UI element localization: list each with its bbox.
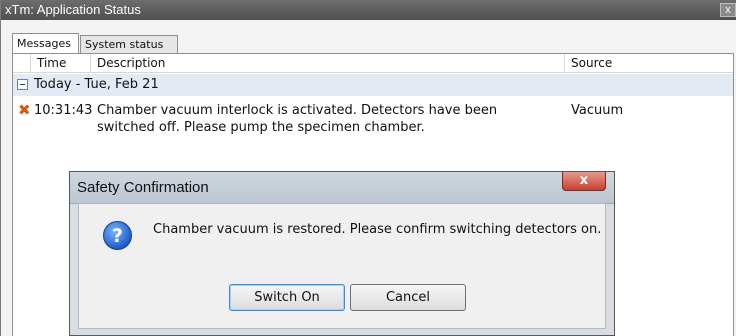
row-description-line1: Chamber vacuum interlock is activated. D…: [97, 103, 498, 118]
dialog-title-bar: Safety Confirmation x: [70, 172, 614, 204]
cancel-button[interactable]: Cancel: [350, 284, 466, 311]
column-header-source[interactable]: Source: [565, 54, 733, 72]
question-icon: ?: [103, 221, 132, 250]
tab-system-status[interactable]: System status: [80, 35, 178, 53]
safety-confirmation-dialog: Safety Confirmation x ? Chamber vacuum i…: [69, 171, 615, 336]
error-x-icon: ✖: [18, 101, 31, 119]
table-header: Time Description Source: [13, 54, 733, 73]
collapse-toggle-icon[interactable]: [17, 79, 28, 90]
header-icon-column: [13, 54, 31, 72]
dialog-title: Safety Confirmation: [77, 179, 209, 196]
window-close-icon[interactable]: x: [720, 3, 736, 17]
group-row-today[interactable]: Today - Tue, Feb 21: [13, 74, 733, 96]
column-header-time[interactable]: Time: [31, 54, 91, 72]
row-source: Vacuum: [571, 103, 624, 118]
dialog-body: ? Chamber vacuum is restored. Please con…: [78, 203, 606, 329]
tab-messages[interactable]: Messages: [12, 33, 79, 54]
window-title: xTm: Application Status: [5, 2, 141, 17]
column-header-description[interactable]: Description: [91, 54, 565, 72]
group-label: Today - Tue, Feb 21: [34, 77, 159, 92]
window-title-bar: xTm: Application Status x: [1, 0, 736, 20]
application-status-window: xTm: Application Status x Messages Syste…: [0, 0, 736, 336]
dialog-message: Chamber vacuum is restored. Please confi…: [153, 222, 602, 237]
row-description-line2: switched off. Please pump the specimen c…: [97, 120, 425, 135]
switch-on-button[interactable]: Switch On: [229, 284, 345, 311]
dialog-close-icon[interactable]: x: [562, 172, 606, 191]
row-time: 10:31:43: [34, 103, 93, 118]
table-row[interactable]: ✖ 10:31:43 Chamber vacuum interlock is a…: [13, 98, 733, 144]
